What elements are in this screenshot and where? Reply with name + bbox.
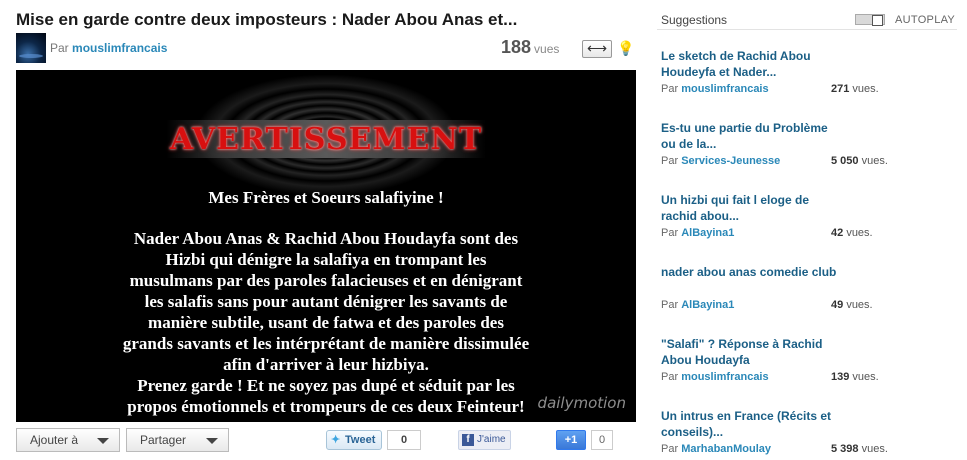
suggestion-user[interactable]: AlBayina1 — [681, 299, 734, 311]
suggestion-byline: Par MarhabanMoulay — [661, 443, 771, 455]
suggestions-title: Suggestions — [661, 13, 728, 27]
suggestion-user[interactable]: MarhabanMoulay — [681, 443, 771, 455]
chevron-down-icon — [206, 438, 218, 444]
suggestion-views: 271 vues. — [831, 83, 879, 95]
action-bar: Ajouter à Partager ✦ Tweet 0 f J'aime +1… — [16, 428, 636, 454]
message-line: Hizbi qui dénigre la salafiya en trompan… — [165, 250, 487, 269]
message-line: les salafis sans pour autant dénigrer le… — [144, 292, 508, 311]
video-title: Mise en garde contre deux imposteurs : N… — [16, 10, 518, 29]
share-label: Partager — [140, 433, 187, 447]
views-number: 5 398 — [831, 443, 859, 455]
views-label: vues. — [846, 299, 873, 311]
suggestion-title[interactable]: Le sketch de Rachid Abou Houdeyfa et Nad… — [661, 48, 841, 80]
plusone-count: 0 — [591, 430, 613, 450]
views-number: 271 — [831, 83, 850, 95]
view-count-label: vues — [534, 42, 560, 56]
warning-text: AVERTISSEMENT — [169, 122, 483, 157]
suggestion-user[interactable]: mouslimfrancais — [681, 371, 768, 383]
suggestion-views: 42 vues. — [831, 227, 873, 239]
by-prefix: Par — [50, 41, 69, 55]
suggestion-byline: Par AlBayina1 — [661, 227, 734, 239]
views-label: vues. — [861, 443, 888, 455]
views-number: 5 050 — [831, 155, 859, 167]
twitter-bird-icon: ✦ — [331, 434, 341, 446]
suggestions-sidebar: Suggestions AUTOPLAY Le sketch de Rachid… — [657, 10, 957, 455]
suggestion-item[interactable]: "Salafi" ? Réponse à Rachid Abou Houdayf… — [657, 336, 957, 400]
expand-icon[interactable]: ⟷ — [582, 40, 612, 58]
by-prefix: Par — [661, 299, 679, 311]
views-number: 139 — [831, 371, 850, 383]
suggestion-views: 139 vues. — [831, 371, 879, 383]
autoplay-label: AUTOPLAY — [895, 14, 956, 26]
suggestion-byline: Par AlBayina1 — [661, 299, 734, 311]
by-prefix: Par — [661, 83, 679, 95]
suggestion-item[interactable]: Un intrus en France (Récits et conseils)… — [657, 408, 957, 460]
by-prefix: Par — [661, 155, 679, 167]
author-avatar[interactable] — [16, 33, 46, 63]
message-line: afin d'arriver à leur hizbiya. — [223, 355, 429, 374]
suggestions-header: Suggestions AUTOPLAY — [657, 10, 957, 30]
share-button[interactable]: Partager — [126, 428, 229, 452]
suggestion-byline: Par mouslimfrancais — [661, 371, 769, 383]
suggestion-byline: Par mouslimfrancais — [661, 83, 769, 95]
chevron-down-icon — [97, 438, 109, 444]
tweet-button[interactable]: ✦ Tweet — [326, 430, 382, 450]
suggestion-byline: Par Services-Jeunesse — [661, 155, 780, 167]
suggestion-item[interactable]: Le sketch de Rachid Abou Houdeyfa et Nad… — [657, 48, 957, 112]
message-line: Prenez garde ! Et ne soyez pas dupé et s… — [137, 376, 515, 395]
message-line: Nader Abou Anas & Rachid Abou Houdayfa s… — [133, 229, 519, 248]
views-number: 49 — [831, 299, 844, 311]
message-line: grands savants et les intérprétant de ma… — [122, 334, 530, 353]
view-count: 188 vues — [501, 37, 559, 58]
suggestion-item[interactable]: nader abou anas comedie club Par AlBayin… — [657, 264, 957, 328]
suggestion-item[interactable]: Es-tu une partie du Problème ou de la...… — [657, 120, 957, 184]
lightbulb-icon[interactable]: 💡 — [617, 38, 634, 58]
add-to-button[interactable]: Ajouter à — [16, 428, 120, 452]
video-player[interactable]: AVERTISSEMENT Mes Frères et Soeurs salaf… — [16, 70, 636, 422]
suggestion-views: 49 vues. — [831, 299, 873, 311]
dailymotion-watermark: dailymotion — [537, 394, 626, 412]
message-line: musulmans par des paroles falacieuses et… — [129, 271, 523, 290]
add-to-label: Ajouter à — [30, 433, 79, 447]
message-line: manière subtile, usant de fatwa et des p… — [148, 313, 504, 332]
views-label: vues. — [861, 155, 888, 167]
like-label: J'aime — [477, 434, 506, 445]
views-label: vues. — [846, 227, 873, 239]
suggestion-title[interactable]: "Salafi" ? Réponse à Rachid Abou Houdayf… — [661, 336, 841, 368]
tweet-count: 0 — [387, 430, 421, 450]
suggestion-item[interactable]: Un hizbi qui fait l eloge de rachid abou… — [657, 192, 957, 256]
greeting-text: Mes Frères et Soeurs salafiyine ! — [208, 188, 444, 207]
tweet-label: Tweet — [345, 434, 376, 446]
views-label: vues. — [852, 371, 879, 383]
suggestion-user[interactable]: Services-Jeunesse — [681, 155, 780, 167]
video-meta: Par mouslimfrancais 188 vues ⟷ 💡 — [16, 33, 636, 65]
suggestion-user[interactable]: AlBayina1 — [681, 227, 734, 239]
facebook-like-button[interactable]: f J'aime — [458, 430, 511, 450]
views-label: vues. — [852, 83, 879, 95]
by-prefix: Par — [661, 443, 679, 455]
by-prefix: Par — [661, 371, 679, 383]
warning-message: Nader Abou Anas & Rachid Abou Houdayfa s… — [76, 228, 576, 417]
suggestion-title[interactable]: nader abou anas comedie club — [661, 264, 841, 280]
google-plusone-button[interactable]: +1 — [556, 430, 586, 450]
author-link[interactable]: mouslimfrancais — [72, 41, 167, 55]
suggestion-views: 5 398 vues. — [831, 443, 888, 455]
facebook-icon: f — [462, 434, 474, 446]
suggestion-title[interactable]: Es-tu une partie du Problème ou de la... — [661, 120, 841, 152]
views-number: 42 — [831, 227, 844, 239]
suggestion-views: 5 050 vues. — [831, 155, 888, 167]
autoplay-toggle[interactable] — [855, 14, 885, 26]
view-count-number: 188 — [501, 37, 532, 57]
suggestion-title[interactable]: Un hizbi qui fait l eloge de rachid abou… — [661, 192, 841, 224]
by-prefix: Par — [661, 227, 679, 239]
author-byline: Par mouslimfrancais — [50, 41, 167, 55]
message-line: propos émotionnels et trompeurs de ces d… — [127, 397, 525, 416]
suggestion-title[interactable]: Un intrus en France (Récits et conseils)… — [661, 408, 841, 440]
suggestion-user[interactable]: mouslimfrancais — [681, 83, 768, 95]
